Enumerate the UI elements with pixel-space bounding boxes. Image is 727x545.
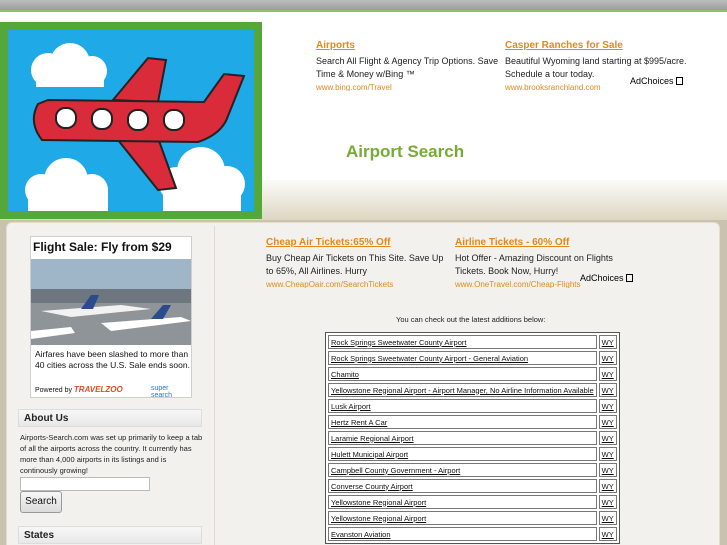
table-row: Yellowstone Regional Airport - Airport M… [328, 383, 617, 397]
ad-title-link[interactable]: Cheap Air Tickets:65% Off [266, 237, 446, 248]
state-link[interactable]: WY [598, 447, 617, 461]
adchoices-label: AdChoices [580, 273, 624, 283]
ad-url-link[interactable]: www.CheapOair.com/SearchTickets [266, 280, 446, 288]
state-link[interactable]: WY [598, 431, 617, 445]
ad-description: Buy Cheap Air Tickets on This Site. Save… [266, 253, 444, 276]
state-link[interactable]: WY [598, 351, 617, 365]
top-strip [0, 0, 727, 12]
ad-description: Search All Flight & Agency Trip Options.… [316, 56, 499, 79]
airport-link[interactable]: Rock Springs Sweetwater County Airport [328, 335, 597, 349]
state-link[interactable]: WY [598, 527, 617, 541]
about-us-text: Airports-Search.com was set up primarily… [20, 433, 203, 475]
airport-link[interactable]: Evanston Aviation [328, 527, 597, 541]
about-us-heading: About Us [18, 409, 202, 427]
airport-link[interactable]: Rock Springs Sweetwater County Airport -… [328, 351, 597, 365]
adchoices-link[interactable]: AdChoices [580, 273, 633, 283]
table-row: Rock Springs Sweetwater County Airport -… [328, 351, 617, 365]
site-logo[interactable] [0, 22, 262, 219]
adchoices-link[interactable]: AdChoices [630, 76, 683, 86]
airport-table: Rock Springs Sweetwater County Airport WY… [325, 332, 620, 544]
table-row: Lusk Airport WY [328, 399, 617, 413]
table-row: Rock Springs Sweetwater County Airport WY [328, 335, 617, 349]
airport-link[interactable]: Chamito [328, 367, 597, 381]
header-ad-1[interactable]: Airports Search All Flight & Agency Trip… [316, 40, 500, 91]
adchoices-icon [675, 77, 683, 85]
search-input[interactable] [20, 477, 150, 491]
banner-ad[interactable]: Flight Sale: Fly from $29 Airfares have … [30, 236, 192, 398]
super-search-logo: super search [151, 385, 173, 398]
page-title: Airport Search [346, 142, 465, 161]
state-link[interactable]: WY [598, 383, 617, 397]
table-row: Laramie Regional Airport WY [328, 431, 617, 445]
banner-powered-by: Powered by TRAVELZOO [35, 385, 123, 394]
ad-title-link[interactable]: Airline Tickets - 60% Off [455, 237, 620, 248]
state-link[interactable]: WY [598, 479, 617, 493]
state-link[interactable]: WY [598, 415, 617, 429]
states-heading: States [18, 526, 202, 544]
table-row: Evanston Aviation WY [328, 527, 617, 541]
column-divider [214, 226, 215, 545]
table-row: Converse County Airport WY [328, 479, 617, 493]
table-row: Yellowstone Regional Airport WY [328, 495, 617, 509]
airport-link[interactable]: Hertz Rent A Car [328, 415, 597, 429]
airport-link[interactable]: Yellowstone Regional Airport - Airport M… [328, 383, 597, 397]
airport-link[interactable]: Yellowstone Regional Airport [328, 511, 597, 525]
state-link[interactable]: WY [598, 511, 617, 525]
latest-additions-intro: You can check out the latest additions b… [396, 315, 546, 324]
search-button[interactable]: Search [20, 491, 62, 513]
airport-link[interactable]: Lusk Airport [328, 399, 597, 413]
travelzoo-logo: TRAVELZOO [73, 385, 123, 394]
airport-link[interactable]: Hulett Municipal Airport [328, 447, 597, 461]
banner-text: Airfares have been slashed to more than … [35, 349, 190, 370]
powered-by-label: Powered by [35, 387, 72, 394]
airport-photo [31, 259, 191, 345]
airport-link[interactable]: Yellowstone Regional Airport [328, 495, 597, 509]
state-link[interactable]: WY [598, 495, 617, 509]
table-row: Hertz Rent A Car WY [328, 415, 617, 429]
table-row: Yellowstone Regional Airport WY [328, 511, 617, 525]
airport-link[interactable]: Campbell County Government - Airport [328, 463, 597, 477]
ad-title-link[interactable]: Airports [316, 40, 500, 51]
state-link[interactable]: WY [598, 335, 617, 349]
state-link[interactable]: WY [598, 399, 617, 413]
content-ad-1[interactable]: Cheap Air Tickets:65% Off Buy Cheap Air … [266, 237, 446, 288]
banner-headline[interactable]: Flight Sale: Fly from $29 [33, 240, 172, 254]
airport-link[interactable]: Laramie Regional Airport [328, 431, 597, 445]
airport-link[interactable]: Converse County Airport [328, 479, 597, 493]
adchoices-icon [625, 274, 633, 282]
ad-title-link[interactable]: Casper Ranches for Sale [505, 40, 695, 51]
ad-url-link[interactable]: www.bing.com/Travel [316, 83, 500, 91]
state-link[interactable]: WY [598, 463, 617, 477]
table-row: Chamito WY [328, 367, 617, 381]
airplane-logo-icon [8, 30, 254, 211]
table-row: Campbell County Government - Airport WY [328, 463, 617, 477]
adchoices-label: AdChoices [630, 76, 674, 86]
state-link[interactable]: WY [598, 367, 617, 381]
table-row: Hulett Municipal Airport WY [328, 447, 617, 461]
